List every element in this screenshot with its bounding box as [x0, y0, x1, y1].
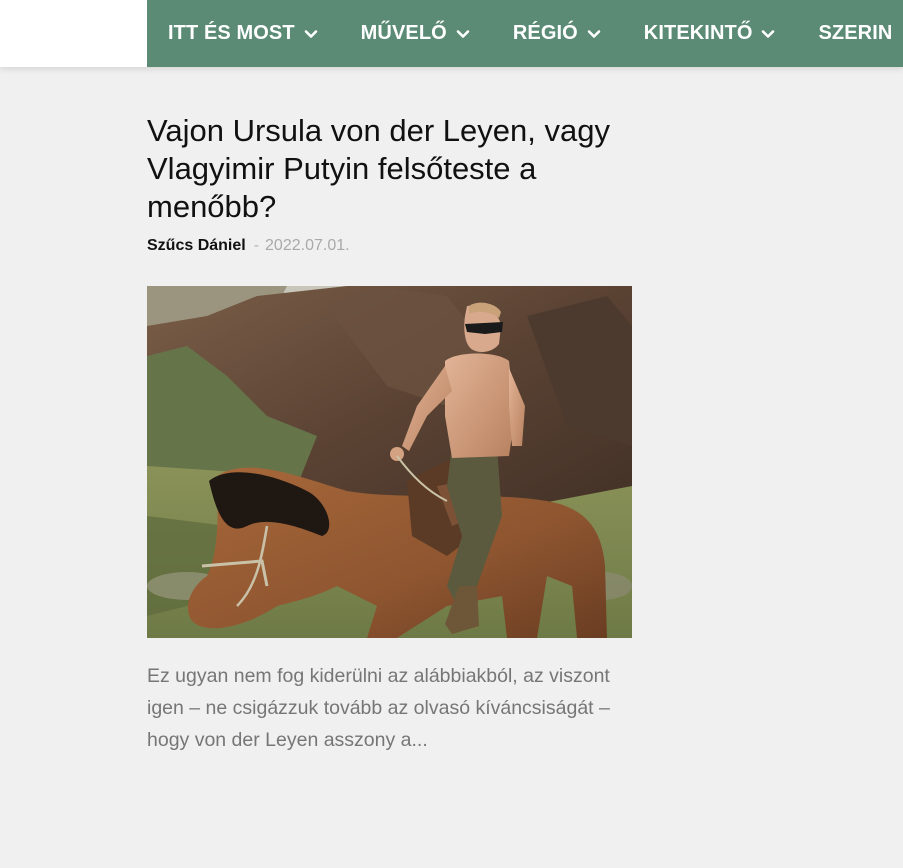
article-author[interactable]: Szűcs Dániel	[147, 237, 246, 254]
meta-separator: -	[253, 237, 260, 254]
article-card: Vajon Ursula von der Leyen, vagy Vlagyim…	[147, 112, 632, 756]
site-header: ITT ÉS MOST MŰVELŐ RÉGIÓ KITEKINTŐ SZERI…	[0, 0, 903, 67]
chevron-down-icon	[762, 29, 775, 38]
nav-item-label: ITT ÉS MOST	[168, 22, 295, 44]
nav-item-szerin[interactable]: SZERIN	[797, 22, 903, 45]
nav-item-label: SZERIN	[818, 22, 893, 44]
nav-item-regio[interactable]: RÉGIÓ	[492, 22, 623, 45]
chevron-down-icon	[587, 29, 601, 38]
chevron-down-icon	[456, 29, 470, 38]
article-date: 2022.07.01.	[265, 237, 350, 254]
nav-item-muvelo[interactable]: MŰVELŐ	[340, 22, 492, 45]
nav-item-label: RÉGIÓ	[512, 22, 578, 44]
nav-item-kitekinto[interactable]: KITEKINTŐ	[623, 22, 798, 45]
article-image[interactable]	[147, 286, 632, 638]
article-meta: Szűcs Dániel -2022.07.01.	[147, 236, 632, 256]
article-excerpt: Ez ugyan nem fog kiderülni az alábbiakbó…	[147, 665, 610, 751]
chevron-down-icon	[304, 29, 317, 38]
nav-item-label: MŰVELŐ	[360, 22, 447, 44]
main-nav: ITT ÉS MOST MŰVELŐ RÉGIÓ KITEKINTŐ SZERI…	[147, 0, 903, 67]
logo-area[interactable]	[0, 0, 147, 67]
nav-item-itt-es-most[interactable]: ITT ÉS MOST	[147, 22, 340, 45]
nav-item-label: KITEKINTŐ	[643, 22, 753, 44]
article-title[interactable]: Vajon Ursula von der Leyen, vagy Vlagyim…	[147, 112, 632, 226]
